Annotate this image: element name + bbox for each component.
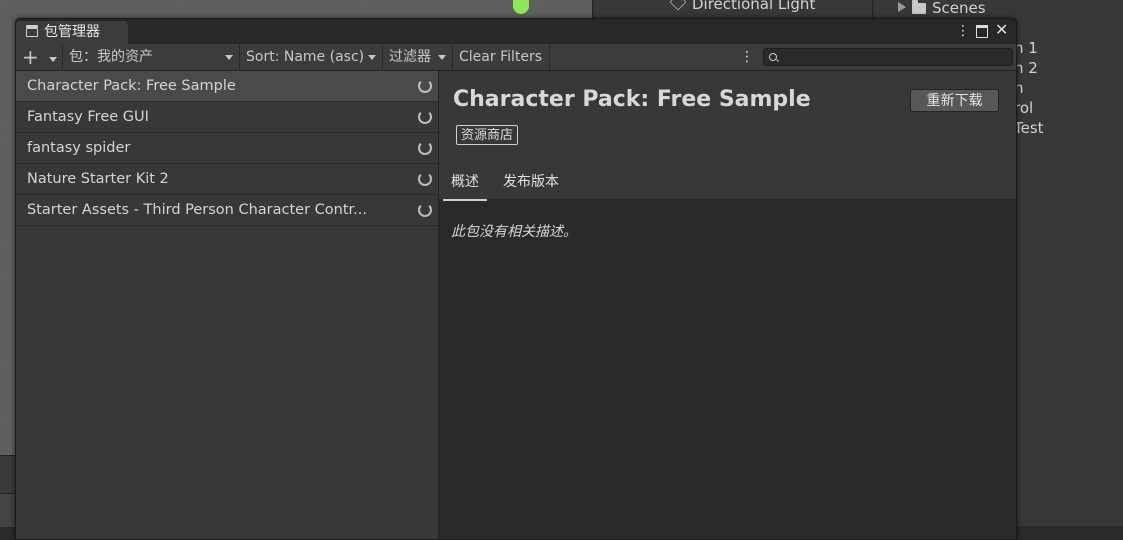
- scene-gizmo: [513, 0, 529, 14]
- chevron-down-icon: [368, 55, 376, 60]
- clear-filters-button[interactable]: Clear Filters: [453, 44, 550, 70]
- filters-label: 过滤器: [389, 49, 431, 65]
- gameobject-cube-icon: [669, 0, 687, 11]
- package-list-item[interactable]: Fantasy Free GUI: [16, 102, 438, 133]
- sort-label: Sort: Name (asc): [246, 49, 365, 65]
- search-input[interactable]: [782, 49, 1010, 65]
- add-package-button[interactable]: +: [16, 44, 63, 70]
- window-titlebar: 包管理器 ⋮ ✕: [16, 19, 1016, 44]
- add-icon: +: [22, 45, 39, 69]
- package-name: Starter Assets - Third Person Character …: [27, 202, 368, 218]
- detail-header: Character Pack: Free Sample 重新下载 资源商店 概述…: [439, 71, 1016, 201]
- loading-spinner-icon: [418, 172, 432, 186]
- loading-spinner-icon: [418, 141, 432, 155]
- package-list-item[interactable]: Nature Starter Kit 2: [16, 164, 438, 195]
- close-icon[interactable]: ✕: [995, 22, 1008, 38]
- package-name: Fantasy Free GUI: [27, 109, 149, 125]
- toolbar: + 包：我的资产 Sort: Name (asc) 过滤器 Clear Filt…: [16, 44, 1016, 71]
- project-folder-label: Scenes: [932, 0, 986, 17]
- folder-icon: [912, 0, 926, 14]
- package-list: Character Pack: Free Sample Fantasy Free…: [16, 71, 439, 539]
- hierarchy-item-label: Directional Light: [692, 0, 816, 13]
- vertical-ellipsis-icon[interactable]: ⋮: [956, 23, 970, 39]
- redownload-button[interactable]: 重新下载: [910, 89, 999, 112]
- expand-triangle-icon[interactable]: [898, 2, 906, 12]
- loading-spinner-icon: [418, 79, 432, 93]
- package-manager-icon: [25, 25, 38, 37]
- package-description: 此包没有相关描述。: [451, 224, 577, 240]
- search-field[interactable]: [763, 48, 1013, 66]
- package-list-item[interactable]: Starter Assets - Third Person Character …: [16, 195, 438, 226]
- chevron-down-icon: [225, 55, 233, 60]
- source-badge: 资源商店: [456, 125, 519, 145]
- package-title: Character Pack: Free Sample: [453, 87, 811, 112]
- package-list-item[interactable]: fantasy spider: [16, 133, 438, 164]
- toolbar-more-icon[interactable]: ⋮: [740, 49, 754, 65]
- background-text-fragment: n 2: [1014, 59, 1038, 77]
- loading-spinner-icon: [418, 110, 432, 124]
- package-detail-panel: Character Pack: Free Sample 重新下载 资源商店 概述…: [439, 71, 1016, 539]
- background-text-fragment: n 1: [1014, 39, 1038, 57]
- project-folder-scenes[interactable]: Scenes: [898, 0, 986, 17]
- package-name: fantasy spider: [27, 140, 131, 156]
- clear-filters-label: Clear Filters: [459, 49, 543, 65]
- packages-scope-dropdown[interactable]: 包：我的资产: [63, 44, 240, 70]
- tab-releases[interactable]: 发布版本: [503, 168, 559, 199]
- sort-dropdown[interactable]: Sort: Name (asc): [240, 44, 383, 70]
- package-name: Nature Starter Kit 2: [27, 171, 169, 187]
- chevron-down-icon: [49, 57, 58, 62]
- package-name: Character Pack: Free Sample: [27, 78, 236, 94]
- package-manager-window: 包管理器 ⋮ ✕ + 包：我的资产 Sort: Name (asc) 过滤器 C…: [15, 18, 1017, 540]
- window-title: 包管理器: [44, 24, 100, 40]
- tab-overview[interactable]: 概述: [443, 168, 487, 201]
- chevron-down-icon: [438, 55, 446, 60]
- package-list-item[interactable]: Character Pack: Free Sample: [16, 71, 438, 102]
- filters-dropdown[interactable]: 过滤器: [383, 44, 453, 70]
- maximize-icon[interactable]: [976, 25, 988, 38]
- search-icon: [769, 53, 777, 61]
- hierarchy-item-directional-light[interactable]: Directional Light: [669, 0, 816, 13]
- window-tab[interactable]: 包管理器: [16, 21, 128, 44]
- background-text-fragment: Test: [1014, 119, 1044, 137]
- packages-scope-label: 包：我的资产: [69, 49, 153, 65]
- loading-spinner-icon: [418, 203, 432, 217]
